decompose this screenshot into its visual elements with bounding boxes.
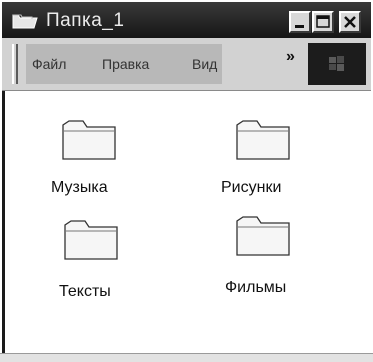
windows-logo-area bbox=[308, 43, 366, 85]
folder-label: Фильмы bbox=[225, 279, 287, 296]
menu-file[interactable]: Файл bbox=[32, 56, 66, 72]
close-button[interactable] bbox=[339, 11, 361, 33]
window-title: Папка_1 bbox=[46, 10, 125, 31]
menu-bar: Файл Правка Вид » bbox=[2, 38, 371, 91]
toolbar-grip[interactable] bbox=[12, 44, 18, 84]
folder-label: Рисунки bbox=[221, 179, 282, 196]
folder-icon bbox=[57, 115, 119, 168]
title-bar[interactable]: Папка_1 bbox=[2, 2, 371, 38]
folder-icon bbox=[59, 215, 121, 268]
folder-icon bbox=[12, 12, 38, 29]
folder-label: Тексты bbox=[59, 283, 111, 300]
menu-view[interactable]: Вид bbox=[192, 56, 217, 72]
folder-view: Музыка Рисунки Тексты Фильмы bbox=[2, 91, 371, 353]
folder-icon bbox=[231, 211, 293, 264]
folder-icon bbox=[231, 115, 293, 168]
folder-label: Музыка bbox=[51, 179, 108, 196]
minimize-button[interactable] bbox=[289, 11, 311, 33]
maximize-button[interactable] bbox=[312, 11, 334, 33]
menu-edit[interactable]: Правка bbox=[102, 56, 149, 72]
explorer-window: Папка_1 Файл Правка Вид » Музыка Рисунки… bbox=[0, 0, 373, 362]
menu-more-chevron[interactable]: » bbox=[286, 48, 295, 66]
menu-items-group: Файл Правка Вид bbox=[26, 44, 222, 84]
